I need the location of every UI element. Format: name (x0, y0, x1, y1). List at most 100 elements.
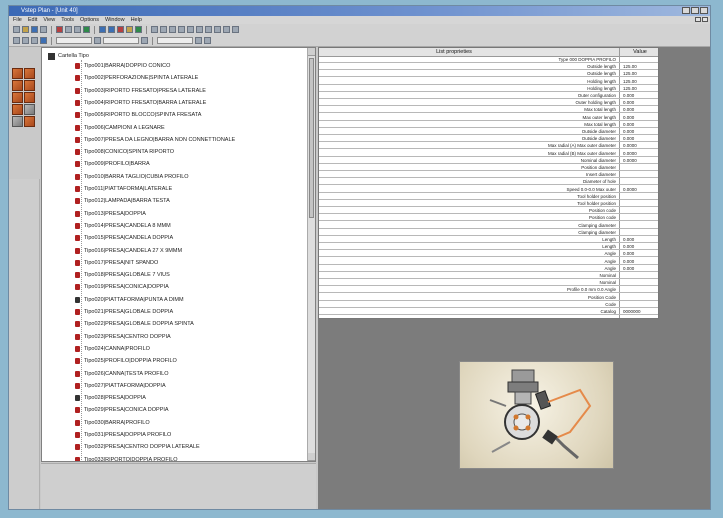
tree-item[interactable]: Tipo032|PRESA|CENTRO DOPPIA LATERALE (75, 443, 200, 451)
property-row[interactable]: Max radial (B) Max outer diameter 0.0000 (319, 151, 658, 157)
doc-minimize-button[interactable] (695, 17, 701, 22)
property-row[interactable]: Speed 0.0-0.0 Max outer 0.0000 (319, 187, 658, 193)
tree-item[interactable]: Tipo031|PRESA|DOPPIA PROFILO (75, 431, 171, 439)
new-icon[interactable] (13, 26, 20, 33)
tool-check-icon[interactable] (135, 26, 142, 33)
property-value[interactable]: 0.000 (623, 100, 634, 106)
column-header-name[interactable]: List proprieties (379, 48, 529, 56)
tree-item[interactable]: Tipo010|BARRA TAGLIO|CUBIA PROFILO (75, 173, 189, 181)
property-value[interactable]: 0.0000 (623, 158, 637, 164)
property-value[interactable]: 0.000 (623, 251, 634, 257)
tool-add-icon[interactable] (99, 26, 106, 33)
palette-tool-icon[interactable] (24, 116, 35, 127)
property-value[interactable]: 0.000 (623, 122, 634, 128)
tree-item[interactable]: Tipo028|PRESA|DOPPIA (75, 394, 146, 402)
property-value[interactable]: 0.0000 (623, 143, 637, 149)
move-icon[interactable] (22, 37, 29, 44)
save-icon[interactable] (31, 26, 38, 33)
palette-tool-icon[interactable] (12, 104, 23, 115)
tree-item[interactable]: Tipo002|PERFORAZIONE|SPINTA LATERALE (75, 74, 198, 82)
property-row[interactable]: Insert diameter (319, 172, 658, 179)
open-icon[interactable] (22, 26, 29, 33)
tree-item[interactable]: Tipo015|PRESA|CANDELA DOPPIA (75, 234, 173, 242)
property-row[interactable]: Max total length 0.000 (319, 107, 658, 114)
palette-tool-icon[interactable] (12, 68, 23, 79)
tree-item[interactable]: Tipo027|PIATTAFORMA|DOPPIA (75, 382, 166, 390)
property-row[interactable]: Holding length 125.00 (319, 86, 658, 92)
property-value[interactable]: 0.000 (623, 129, 634, 135)
property-value[interactable]: 0.0000 (623, 151, 637, 157)
list-icon[interactable] (160, 26, 167, 33)
tree-item[interactable]: Tipo025|PROFILO|DOPPIA PROFILO (75, 357, 177, 365)
property-row[interactable]: Outside diameter 0.000 (319, 136, 658, 143)
select-icon[interactable] (13, 37, 20, 44)
property-row[interactable]: Holding length 125.00 (319, 79, 658, 85)
menu-tools[interactable]: Tools (61, 16, 74, 24)
property-row[interactable]: Type 000 DOPPIA PROFILO (319, 57, 658, 63)
property-row[interactable]: Position diameter (319, 165, 658, 171)
tree-item[interactable]: Tipo008|CONICO|SPINTA RIPORTO (75, 148, 174, 156)
view-icon[interactable] (204, 37, 211, 44)
property-row[interactable]: Length 0.000 (319, 244, 658, 251)
scroll-thumb[interactable] (309, 58, 314, 218)
doc-restore-button[interactable] (702, 17, 708, 22)
menu-help[interactable]: Help (131, 16, 142, 24)
palette-tool-icon[interactable] (12, 92, 23, 103)
section-icon[interactable] (214, 26, 221, 33)
property-row[interactable]: Code (319, 302, 658, 308)
tree-item[interactable]: Tipo019|PRESA|CONICA|DOPPIA (75, 283, 169, 291)
property-row[interactable]: Angle 0.000 (319, 266, 658, 272)
property-value[interactable]: 0.000 (623, 237, 634, 243)
palette-tool-icon[interactable] (24, 104, 35, 115)
palette-tool-icon[interactable] (24, 92, 35, 103)
maximize-button[interactable] (691, 7, 699, 14)
import-icon[interactable] (232, 26, 239, 33)
tree-item[interactable]: Tipo026|CANNA|TESTA PROFILO (75, 370, 168, 378)
search-field[interactable] (103, 37, 139, 44)
palette-tool-icon[interactable] (12, 116, 23, 127)
tool-edit-icon[interactable] (117, 26, 124, 33)
tree-root[interactable]: Cartella Tipo (48, 52, 89, 60)
zoom-out-icon[interactable] (187, 26, 194, 33)
property-value[interactable]: 0.000 (623, 93, 634, 99)
paste-icon[interactable] (74, 26, 81, 33)
palette-tool-icon[interactable] (24, 68, 35, 79)
tree-item[interactable]: Tipo024|CANNA|PROFILO (75, 345, 150, 353)
property-row[interactable]: Position code (319, 208, 658, 215)
filter-icon[interactable] (94, 37, 101, 44)
property-value[interactable]: 0.000 (623, 244, 634, 250)
tree-item[interactable]: Tipo006|CAMPIONI A LEGNARE (75, 124, 165, 132)
tree-scrollbar[interactable] (307, 48, 315, 461)
property-row[interactable]: Nominal (319, 273, 658, 279)
property-value[interactable]: 0.000 (623, 266, 634, 272)
property-row[interactable]: Profile 0.0 mm 0.0 Angle (319, 287, 658, 294)
zoom-in-icon[interactable] (178, 26, 185, 33)
property-value[interactable]: 0.000 (623, 259, 634, 265)
tree-item[interactable]: Tipo018|PRESA|GLOBALE 7 VIUS (75, 271, 170, 279)
tree-item[interactable]: Tipo021|PRESA|GLOBALE DOPPIA (75, 308, 173, 316)
property-row[interactable]: Diameter of hole (319, 179, 658, 186)
tree-item[interactable]: Tipo001|BARRA|DOPPIO CONICO (75, 62, 170, 70)
details-icon[interactable] (169, 26, 176, 33)
close-button[interactable] (700, 7, 708, 14)
search-icon[interactable] (141, 37, 148, 44)
property-row[interactable]: Clamping diameter (319, 223, 658, 229)
property-row[interactable]: Max radial (A) Max outer diameter 0.0000 (319, 143, 658, 150)
property-value[interactable]: 0000000 (623, 309, 641, 315)
property-row[interactable]: Max total length 0.000 (319, 122, 658, 128)
minimize-button[interactable] (682, 7, 690, 14)
menu-view[interactable]: View (43, 16, 55, 24)
layer-icon[interactable] (195, 37, 202, 44)
tool-folder-icon[interactable] (126, 26, 133, 33)
property-value[interactable]: 125.00 (623, 71, 637, 77)
property-value[interactable]: 125.00 (623, 64, 637, 70)
palette-tool-icon[interactable] (24, 80, 35, 91)
measure-icon[interactable] (205, 26, 212, 33)
property-row[interactable]: Outer configuration 0.000 (319, 93, 658, 99)
copy-item-icon[interactable] (31, 37, 38, 44)
menu-file[interactable]: File (13, 16, 22, 24)
properties-icon[interactable] (40, 37, 47, 44)
property-row[interactable]: Outer holding length 0.000 (319, 100, 658, 107)
tree-item[interactable]: Tipo012|LAMPADA|BARRA TESTA (75, 197, 170, 205)
tool-remove-icon[interactable] (108, 26, 115, 33)
